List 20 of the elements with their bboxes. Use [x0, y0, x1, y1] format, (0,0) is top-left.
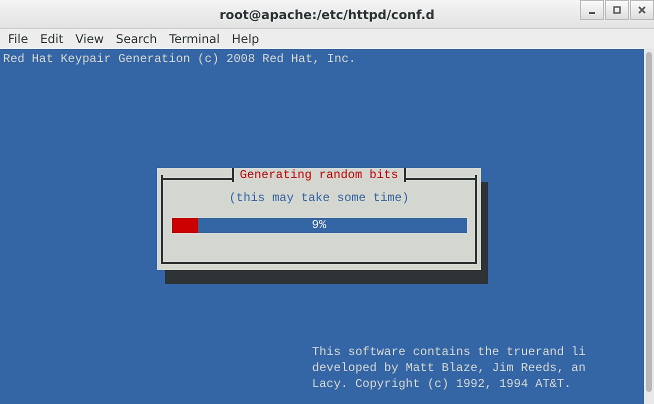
maximize-button[interactable] — [605, 0, 629, 20]
close-button[interactable] — [630, 0, 654, 20]
menu-item[interactable]: Help — [226, 32, 266, 46]
terminal-line: Red Hat Keypair Generation (c) 2008 Red Hat, Inc. — [2, 51, 357, 67]
progress-reading: 9% — [310, 218, 328, 233]
menu-item[interactable]: Search — [110, 32, 164, 46]
dialog-title: Generating random bits — [232, 168, 406, 182]
menu-item[interactable]: Terminal — [163, 32, 226, 46]
window-title: root@apache:/etc/httpd/conf.d — [219, 6, 435, 22]
terminal-line: developed by Matt Blaze, Jim Reeds, an — [312, 360, 587, 376]
minimize-button[interactable] — [580, 0, 604, 20]
maximize-icon — [613, 6, 621, 14]
dialog-message: (this may take some time) — [228, 190, 410, 206]
menu-item[interactable]: View — [69, 32, 110, 46]
terminal-line: This software contains the truerand li — [312, 344, 587, 360]
terminal-line: Lacy. Copyright (c) 1992, 1994 AT&T. — [312, 376, 572, 392]
close-icon — [638, 6, 646, 14]
scrollbar[interactable] — [644, 48, 654, 404]
menu-item[interactable]: File — [2, 32, 34, 46]
menu-item[interactable]: Edit — [34, 32, 70, 46]
